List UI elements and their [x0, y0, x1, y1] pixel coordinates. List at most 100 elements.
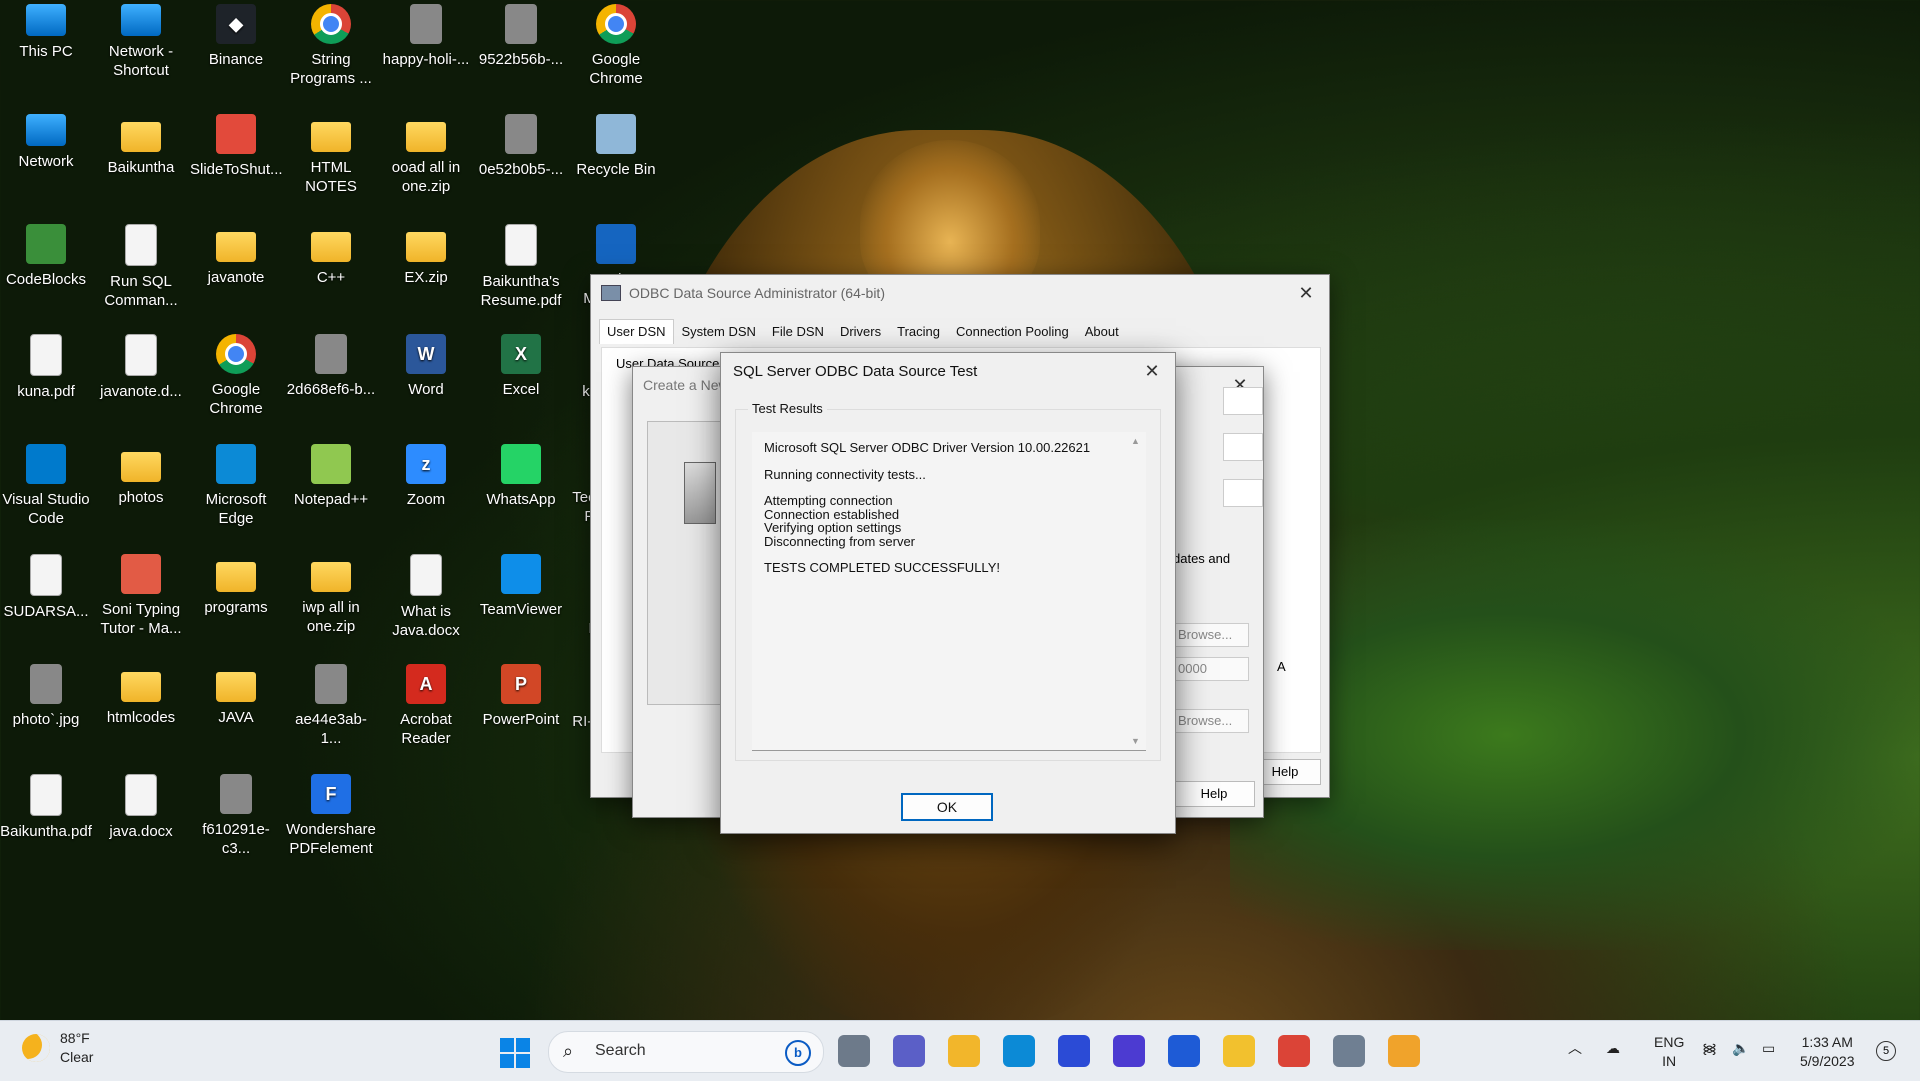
desktop-icon[interactable]: P PowerPoint — [475, 664, 567, 729]
image-icon — [315, 334, 347, 374]
desktop-icon[interactable]: javanote — [190, 224, 282, 287]
tab-file-dsn[interactable]: File DSN — [764, 319, 832, 344]
remote-desktop-icon[interactable] — [1168, 1035, 1200, 1067]
desktop-icon[interactable]: ooad all in one.zip — [380, 114, 472, 196]
tab-user-dsn[interactable]: User DSN — [599, 319, 674, 344]
tab-about[interactable]: About — [1077, 319, 1127, 344]
desktop-icon-label: Recycle Bin — [576, 161, 656, 178]
network-icon — [121, 4, 161, 36]
tab-tracing[interactable]: Tracing — [889, 319, 948, 344]
odbc-admin-icon[interactable] — [1333, 1035, 1365, 1067]
vscode-icon — [26, 444, 66, 484]
desktop-icon[interactable]: Soni Typing Tutor - Ma... — [95, 554, 187, 638]
desktop-icon[interactable]: HTML NOTES — [285, 114, 377, 196]
desktop-icon[interactable]: 9522b56b-... — [475, 4, 567, 69]
desktop-icon[interactable]: Google Chrome — [570, 4, 662, 88]
desktop-icon[interactable]: This PC — [0, 4, 92, 61]
desktop-icon[interactable]: F Wondershare PDFelement — [285, 774, 377, 858]
desktop-icon[interactable]: Microsoft Edge — [190, 444, 282, 528]
odbc-titlebar[interactable]: ODBC Data Source Administrator (64-bit) — [591, 275, 1329, 311]
taskbar-search[interactable]: ⌕ Search b — [548, 1031, 824, 1073]
chrome-icon[interactable] — [1278, 1035, 1310, 1067]
desktop-icon[interactable]: photos — [95, 444, 187, 507]
desktop-icon[interactable]: What is Java.docx — [380, 554, 472, 640]
bing-icon[interactable]: b — [785, 1040, 811, 1066]
desktop-icon[interactable]: javanote.d... — [95, 334, 187, 401]
weather-widget[interactable]: 88°F Clear — [22, 1029, 93, 1067]
desktop-icon[interactable]: Google Chrome — [190, 334, 282, 418]
clock[interactable]: 1:33 AM 5/9/2023 — [1800, 1033, 1855, 1071]
file-explorer-icon[interactable] — [948, 1035, 980, 1067]
desktop-icon[interactable]: W Word — [380, 334, 472, 399]
media-player-icon[interactable] — [1113, 1035, 1145, 1067]
odbc-close-button[interactable]: ✕ — [1293, 281, 1319, 305]
desktop-icon[interactable]: String Programs ... — [285, 4, 377, 88]
desktop-icon[interactable]: Network — [0, 114, 92, 171]
desktop-icon[interactable]: 0e52b0b5-... — [475, 114, 567, 179]
desktop-icon[interactable]: programs — [190, 554, 282, 617]
zip-folder-icon — [406, 232, 446, 262]
desktop-icon[interactable]: z Zoom — [380, 444, 472, 509]
desktop-icon[interactable]: happy-holi-... — [380, 4, 472, 69]
task-view-icon[interactable] — [838, 1035, 870, 1067]
desktop-icon[interactable]: ae44e3ab-1... — [285, 664, 377, 748]
tab-system-dsn[interactable]: System DSN — [674, 319, 764, 344]
cloud-icon[interactable]: ☁ — [1606, 1039, 1620, 1058]
scroll-down-icon[interactable]: ▼ — [1131, 736, 1140, 746]
desktop-icon[interactable]: Visual Studio Code — [0, 444, 92, 528]
desktop-icon[interactable]: JAVA — [190, 664, 282, 727]
desktop-icon[interactable]: kuna.pdf — [0, 334, 92, 401]
notification-badge[interactable]: 5 — [1876, 1041, 1896, 1061]
desktop-icon[interactable]: WhatsApp — [475, 444, 567, 509]
desktop-icon[interactable]: SUDARSA... — [0, 554, 92, 621]
desktop-icon[interactable]: Notepad++ — [285, 444, 377, 509]
battery-icon[interactable]: ▭ — [1762, 1039, 1775, 1058]
desktop-icon[interactable]: java.docx — [95, 774, 187, 841]
browse-button-1[interactable]: Browse... — [1173, 623, 1249, 647]
edge-icon[interactable] — [1003, 1035, 1035, 1067]
wifi-icon[interactable]: ᯼ — [1702, 1039, 1717, 1058]
test-results-textbox[interactable]: Microsoft SQL Server ODBC Driver Version… — [752, 432, 1146, 751]
test-close-button[interactable]: ✕ — [1139, 359, 1165, 383]
odbc-test-dialog[interactable]: SQL Server ODBC Data Source Test ✕ Test … — [720, 352, 1176, 834]
desktop-icon[interactable]: X Excel — [475, 334, 567, 399]
desktop-icon[interactable]: C++ — [285, 224, 377, 287]
desktop-icon[interactable]: Baikuntha — [95, 114, 187, 177]
desktop-icon[interactable]: Run SQL Comman... — [95, 224, 187, 310]
desktop-icon[interactable]: SlideToShut... — [190, 114, 283, 179]
visual-studio-icon[interactable] — [1058, 1035, 1090, 1067]
desktop-icon[interactable]: photo`.jpg — [0, 664, 92, 729]
side-field-3[interactable] — [1223, 479, 1263, 507]
tab-drivers[interactable]: Drivers — [832, 319, 889, 344]
ok-button[interactable]: OK — [901, 793, 993, 821]
sticky-notes-icon[interactable] — [1388, 1035, 1420, 1067]
desktop-icon[interactable]: 2d668ef6-b... — [285, 334, 377, 399]
desktop-icon[interactable]: htmlcodes — [95, 664, 187, 727]
file-manager-icon[interactable] — [1223, 1035, 1255, 1067]
desktop-icon[interactable]: A Acrobat Reader — [380, 664, 472, 748]
desktop-icon[interactable]: Baikuntha's Resume.pdf — [475, 224, 567, 310]
create-help-button[interactable]: Help — [1173, 781, 1255, 807]
tab-connection-pooling[interactable]: Connection Pooling — [948, 319, 1077, 344]
side-field-2[interactable] — [1223, 433, 1263, 461]
results-scrollbar[interactable]: ▲ ▼ — [1128, 432, 1144, 750]
test-titlebar[interactable]: SQL Server ODBC Data Source Test — [721, 353, 1175, 389]
language-indicator[interactable]: ENG IN — [1654, 1033, 1684, 1071]
desktop-icon[interactable]: ◆ Binance — [190, 4, 282, 69]
start-button[interactable] — [500, 1038, 530, 1068]
desktop-icon[interactable]: EX.zip — [380, 224, 472, 287]
scroll-up-icon[interactable]: ▲ — [1131, 436, 1140, 446]
desktop-icon[interactable]: CodeBlocks — [0, 224, 92, 289]
desktop-icon[interactable]: Baikuntha.pdf — [0, 774, 92, 841]
desktop-icon[interactable]: Network - Shortcut — [95, 4, 187, 80]
side-field-1[interactable] — [1223, 387, 1263, 415]
desktop-icon[interactable]: f610291e-c3... — [190, 774, 282, 858]
number-field[interactable]: 0000 — [1173, 657, 1249, 681]
volume-icon[interactable]: 🔈 — [1732, 1039, 1749, 1058]
desktop-icon[interactable]: Recycle Bin — [570, 114, 662, 179]
desktop-icon[interactable]: TeamViewer — [475, 554, 567, 619]
teams-icon[interactable] — [893, 1035, 925, 1067]
browse-button-2[interactable]: Browse... — [1173, 709, 1249, 733]
chevron-up-icon[interactable]: ︿ — [1568, 1039, 1582, 1058]
desktop-icon[interactable]: iwp all in one.zip — [285, 554, 377, 636]
